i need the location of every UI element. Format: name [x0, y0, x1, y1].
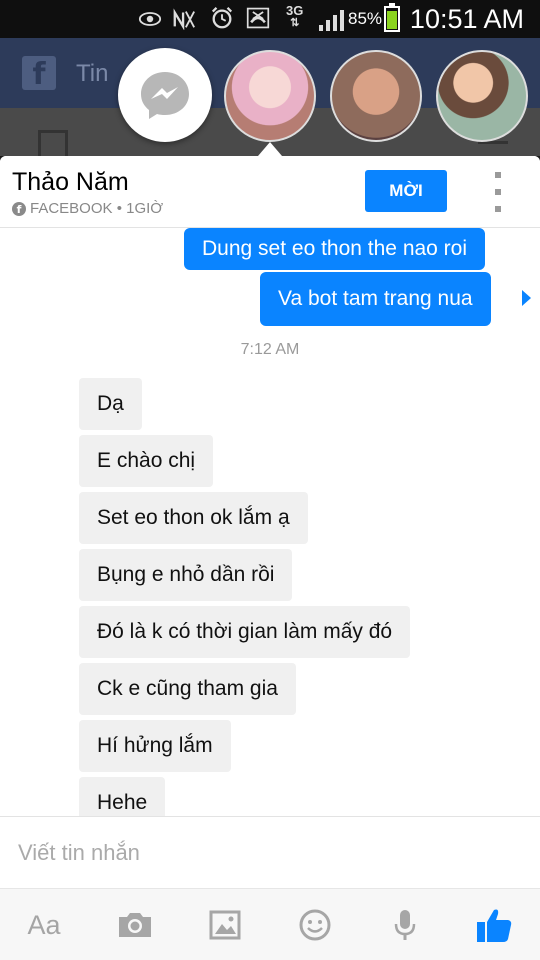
contact-source-label: FACEBOOK • 1GIỜ: [30, 200, 164, 217]
battery-percent: 85%: [348, 9, 383, 28]
message-list[interactable]: Dung set eo thon the nao roi Va bot tam …: [0, 228, 540, 816]
chat-head-avatar[interactable]: [224, 50, 316, 142]
incoming-message[interactable]: Dạ: [79, 378, 142, 430]
camera-icon: [119, 913, 151, 937]
like-button[interactable]: [472, 903, 516, 947]
smiley-icon: [299, 909, 331, 941]
chat-head-avatar[interactable]: [330, 50, 422, 142]
image-icon: [209, 910, 241, 940]
no-signal-icon: [172, 7, 196, 31]
clock: 10:51 AM: [409, 4, 524, 34]
signal-icon: [318, 8, 346, 37]
sticker-button[interactable]: [293, 903, 337, 947]
gallery-button[interactable]: [203, 903, 247, 947]
facebook-logo: f: [22, 56, 56, 92]
active-head-pointer: [258, 142, 282, 156]
facebook-mini-icon: f: [12, 201, 26, 216]
network-type: 3G: [286, 3, 304, 18]
message-timestamp: 7:12 AM: [240, 341, 300, 358]
chat-window: Thảo Năm f FACEBOOK • 1GIỜ MỜI Dung set …: [0, 156, 540, 960]
incoming-message[interactable]: Hí hửng lắm: [79, 720, 231, 772]
outgoing-message[interactable]: Va bot tam trang nua: [260, 272, 491, 326]
eye-icon: [138, 7, 162, 31]
contact-source: f FACEBOOK • 1GIỜ: [12, 200, 163, 217]
incoming-message[interactable]: Hehe: [79, 777, 166, 816]
messenger-chat-head[interactable]: [118, 48, 212, 142]
thumbs-up-icon: [477, 909, 512, 942]
contact-name[interactable]: Thảo Năm: [12, 168, 129, 197]
incoming-message[interactable]: E chào chị: [79, 435, 214, 487]
message-input[interactable]: [18, 833, 518, 873]
more-options-icon[interactable]: [488, 172, 508, 212]
messenger-icon: [141, 72, 189, 119]
outgoing-message[interactable]: Dung set eo thon the nao roi: [184, 228, 486, 270]
background-app-title: Tin: [76, 60, 109, 87]
camera-button[interactable]: [113, 903, 157, 947]
missed-call-icon: [246, 6, 270, 30]
incoming-message[interactable]: Đó là k có thời gian làm mấy đó: [79, 606, 411, 658]
chat-head-avatar[interactable]: [436, 50, 528, 142]
battery-icon: [384, 3, 400, 32]
incoming-message[interactable]: Set eo thon ok lắm ạ: [79, 492, 308, 544]
incoming-message[interactable]: Ck e cũng tham gia: [79, 663, 296, 715]
microphone-icon: [394, 910, 416, 940]
incoming-message[interactable]: Bụng e nhỏ dần rồi: [79, 549, 293, 601]
composer: [0, 816, 540, 888]
alarm-icon: [210, 6, 234, 30]
chat-header: Thảo Năm f FACEBOOK • 1GIỜ MỜI: [0, 156, 540, 228]
bubble-tail: [522, 290, 531, 306]
status-bar: 3G ⇅ 85% 10:51 AM: [0, 0, 540, 38]
voice-button[interactable]: [383, 903, 427, 947]
text-format-button[interactable]: Aa: [22, 903, 66, 947]
composer-toolbar: Aa: [0, 888, 540, 960]
text-format-icon: Aa: [27, 909, 61, 940]
invite-button[interactable]: MỜI: [365, 170, 447, 212]
network-3g-icon: 3G ⇅: [286, 3, 304, 29]
